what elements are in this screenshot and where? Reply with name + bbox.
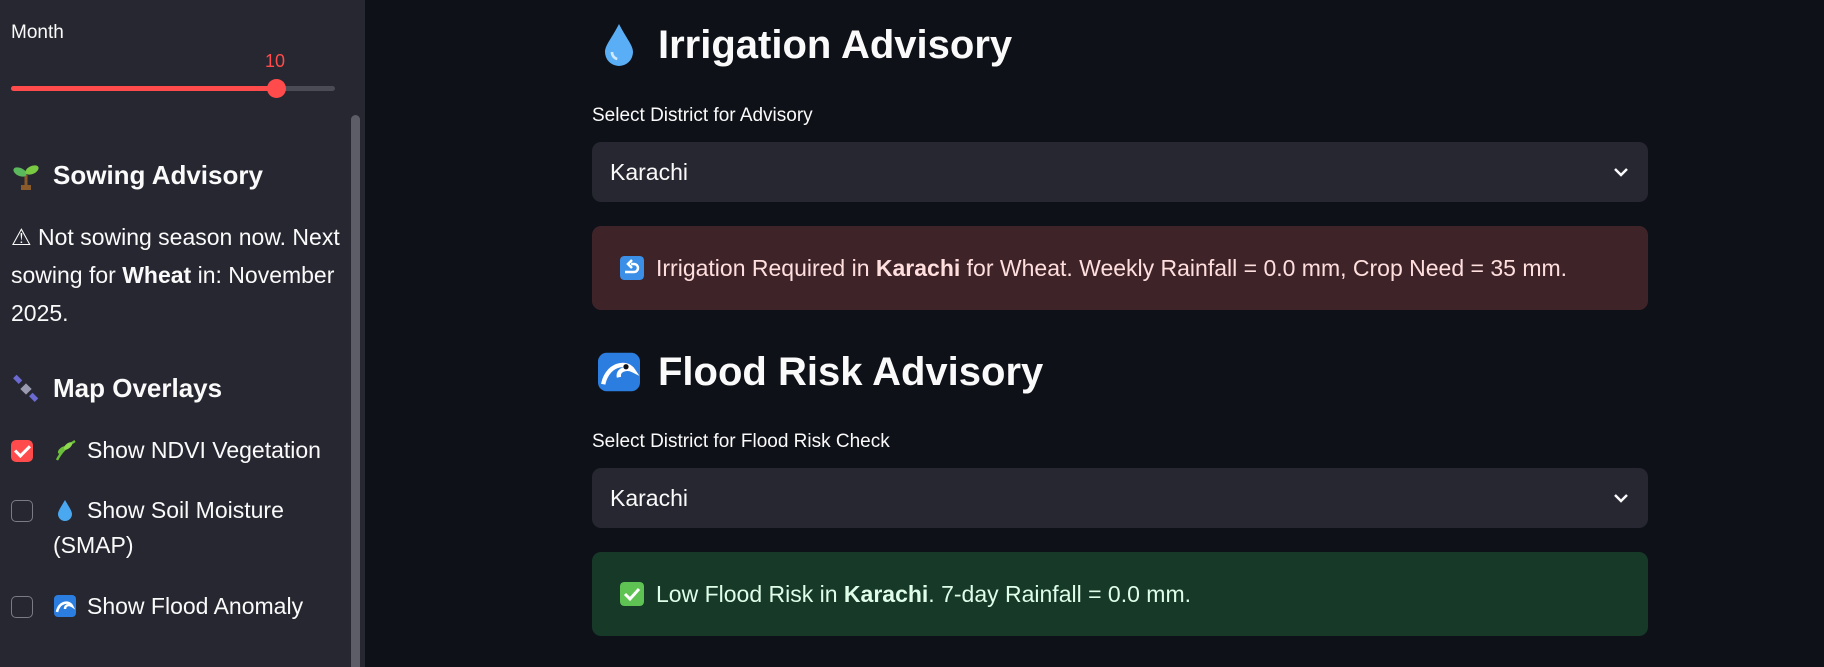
right-arrow-curving-up-icon [620,256,644,280]
overlay-ndvi-checkbox-row[interactable]: Show NDVI Vegetation [11,437,321,468]
sowing-advisory-message: ⚠ Not sowing season now. Next sowing for… [11,218,341,332]
flood-risk-advisory-heading: Flood Risk Advisory [598,349,1043,395]
month-slider[interactable] [11,79,335,98]
chevron-down-icon [1614,168,1628,177]
overlay-ndvi-label: Show NDVI Vegetation [87,437,321,463]
satellite-icon [13,374,39,402]
sidebar: Month 10 Sowing Advisory ⚠ Not sowing se… [0,0,365,667]
irrigation-alert-text: Irrigation Required in Karachi for Wheat… [656,255,1567,282]
sowing-crop: Wheat [122,262,192,288]
overlay-flood-anomaly-label: Show Flood Anomaly [87,593,304,619]
overlay-flood-anomaly-checkbox[interactable] [11,596,33,618]
overlay-flood-anomaly-checkbox-row[interactable]: Show Flood Anomaly [11,593,303,624]
flood-risk-advisory-title: Flood Risk Advisory [658,349,1044,394]
sidebar-scrollbar-thumb[interactable] [351,115,360,667]
overlay-ndvi-checkbox[interactable] [11,440,33,462]
month-slider-label: Month [11,22,64,43]
irrigation-alert-district: Karachi [875,254,961,281]
droplet-icon [58,500,72,521]
wave-icon [598,352,640,392]
sowing-advisory-title: Sowing Advisory [53,160,263,190]
droplet-icon [605,24,633,66]
irrigation-district-label: Select District for Advisory [592,105,813,126]
herb-icon [55,439,76,461]
overlay-soil-moisture-checkbox-row[interactable]: Show Soil Moisture (SMAP) [11,497,351,563]
wave-icon [54,595,76,617]
map-overlays-title: Map Overlays [53,373,223,403]
flood-alert-suffix: . 7-day Rainfall = 0.0 mm. [928,580,1191,607]
map-overlays-heading: Map Overlays [11,373,222,404]
check-mark-icon [620,582,644,606]
overlay-soil-moisture-label: Show Soil Moisture (SMAP) [53,497,284,558]
flood-alert: Low Flood Risk in Karachi. 7-day Rainfal… [592,552,1648,636]
sowing-advisory-heading: Sowing Advisory [11,160,263,191]
month-slider-thumb[interactable] [267,79,287,98]
irrigation-alert: Irrigation Required in Karachi for Wheat… [592,226,1648,310]
irrigation-district-select[interactable]: Karachi [592,142,1648,202]
flood-district-label: Select District for Flood Risk Check [592,431,890,452]
month-slider-fill [11,86,277,91]
irrigation-district-value: Karachi [610,158,688,185]
chevron-down-icon [1614,494,1628,503]
irrigation-alert-suffix: for Wheat. Weekly Rainfall = 0.0 mm, Cro… [960,254,1568,281]
flood-district-select[interactable]: Karachi [592,468,1648,528]
seedling-icon [13,164,39,190]
overlay-soil-moisture-checkbox[interactable] [11,500,33,522]
flood-alert-text: Low Flood Risk in Karachi. 7-day Rainfal… [656,581,1191,608]
flood-alert-district: Karachi [843,580,929,607]
month-slider-value: 10 [265,51,286,71]
flood-alert-prefix: Low Flood Risk in [656,580,844,607]
irrigation-advisory-heading: Irrigation Advisory [598,22,1012,68]
irrigation-alert-prefix: Irrigation Required in [656,254,876,281]
irrigation-advisory-title: Irrigation Advisory [658,22,1013,67]
flood-district-value: Karachi [610,484,688,511]
sidebar-scrollbar[interactable] [351,115,360,667]
